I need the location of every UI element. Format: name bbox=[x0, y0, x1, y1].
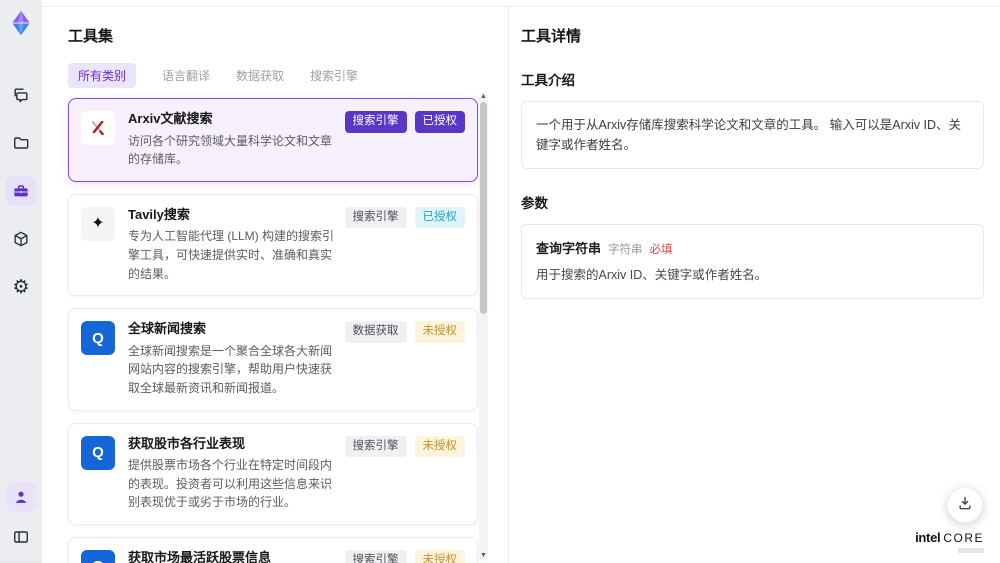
tool-badges: 搜索引擎 已授权 bbox=[344, 111, 465, 133]
cube-icon bbox=[11, 229, 31, 249]
tool-info: 获取股市各行业表现 提供股票市场各个行业在特定时间段内的表现。投资者可以利用这些… bbox=[128, 436, 345, 512]
tool-badges: 搜索引擎 未授权 bbox=[344, 549, 465, 563]
tool-name: Tavily搜索 bbox=[128, 206, 190, 222]
sidebar-nav: ⚙ bbox=[6, 80, 36, 302]
tool-badges: 搜索引擎 未授权 bbox=[344, 435, 465, 458]
sidebar-item-panel-toggle[interactable] bbox=[6, 522, 36, 552]
panel-layout-icon bbox=[11, 527, 31, 547]
tool-info: Arxiv文献搜索 访问各个研究领域大量科学论文和文章的存储库。 bbox=[128, 111, 345, 169]
param-name: 查询字符串 bbox=[536, 241, 602, 256]
param-desc: 用于搜索的Arxiv ID、关键字或作者姓名。 bbox=[536, 268, 768, 282]
tab-all-categories[interactable]: 所有类别 bbox=[68, 63, 137, 88]
news-app-icon: Q bbox=[81, 435, 115, 470]
intel-core-logo: intel CORE bbox=[915, 529, 984, 553]
news-app-icon: Q bbox=[81, 321, 115, 356]
tool-card-tavily[interactable]: ✦ Tavily搜索 专为人工智能代理 (LLM) 构建的搜索引擎工具，可快速提… bbox=[68, 193, 478, 297]
sidebar-item-account[interactable] bbox=[6, 482, 36, 512]
news-app-glyph: Q bbox=[92, 444, 104, 462]
tool-info: 获取市场最活跃股票信息 提供当天交易量最高的股票列表，投资者可以利用这些信息来识… bbox=[128, 550, 345, 563]
download-button[interactable] bbox=[947, 487, 983, 523]
list-scrollbar[interactable]: ▲ ▼ bbox=[479, 93, 488, 561]
tool-desc: 访问各个研究领域大量科学论文和文章的存储库。 bbox=[128, 133, 333, 167]
tool-list: Arxiv文献搜索 访问各个研究领域大量科学论文和文章的存储库。 搜索引擎 已授… bbox=[68, 98, 478, 563]
sidebar-bottom bbox=[6, 482, 36, 552]
auth-status-badge: 未授权 bbox=[414, 321, 465, 343]
arxiv-icon bbox=[81, 111, 115, 145]
tool-desc: 专为人工智能代理 (LLM) 构建的搜索引擎工具，可快速提供实时、准确和真实的结… bbox=[128, 229, 335, 281]
intro-box: 一个用于从Arxiv存储库搜索科学论文和文章的工具。 输入可以是Arxiv ID… bbox=[521, 101, 984, 169]
tab-language-translation[interactable]: 语言翻译 bbox=[162, 67, 210, 84]
scroll-down-arrow[interactable]: ▼ bbox=[479, 552, 488, 560]
intro-text: 一个用于从Arxiv存储库搜索科学论文和文章的工具。 输入可以是Arxiv ID… bbox=[536, 118, 962, 152]
param-box: 查询字符串 字符串 必填 用于搜索的Arxiv ID、关键字或作者姓名。 bbox=[521, 224, 984, 299]
sparkle-glyph: ✦ bbox=[91, 214, 105, 232]
tool-card-active-stocks[interactable]: Q 获取市场最活跃股票信息 提供当天交易量最高的股票列表，投资者可以利用这些信息… bbox=[68, 536, 478, 563]
user-icon bbox=[11, 487, 31, 507]
category-badge: 搜索引擎 bbox=[344, 111, 407, 133]
intro-heading: 工具介绍 bbox=[521, 73, 575, 88]
sparkle-icon: ✦ bbox=[81, 206, 115, 241]
core-wordmark: CORE bbox=[943, 530, 984, 545]
auth-status-badge: 未授权 bbox=[414, 435, 465, 458]
sidebar-item-tools[interactable] bbox=[6, 176, 36, 206]
news-app-glyph: Q bbox=[92, 329, 104, 347]
tool-card-arxiv[interactable]: Arxiv文献搜索 访问各个研究领域大量科学论文和文章的存储库。 搜索引擎 已授… bbox=[68, 98, 478, 182]
gear-icon: ⚙ bbox=[12, 276, 30, 298]
category-badge: 搜索引擎 bbox=[344, 549, 407, 563]
news-app-glyph: Q bbox=[92, 558, 104, 563]
tool-badges: 数据获取 未授权 bbox=[344, 321, 465, 343]
category-badge: 搜索引擎 bbox=[344, 435, 407, 458]
details-title: 工具详情 bbox=[521, 28, 582, 45]
sidebar-item-files[interactable] bbox=[6, 128, 36, 158]
category-badge: 搜索引擎 bbox=[344, 206, 407, 229]
intel-sub-badge bbox=[958, 548, 984, 553]
param-type: 字符串 bbox=[608, 244, 643, 256]
tool-card-sector-performance[interactable]: Q 获取股市各行业表现 提供股票市场各个行业在特定时间段内的表现。投资者可以利用… bbox=[68, 422, 478, 525]
auth-status-badge: 已授权 bbox=[414, 111, 465, 133]
sidebar-item-models[interactable] bbox=[6, 224, 36, 254]
tool-info: Tavily搜索 专为人工智能代理 (LLM) 构建的搜索引擎工具，可快速提供实… bbox=[128, 207, 345, 283]
tab-data-fetching[interactable]: 数据获取 bbox=[236, 67, 284, 84]
chat-icon bbox=[11, 85, 31, 105]
auth-status-badge: 未授权 bbox=[414, 549, 465, 563]
category-tabs: 所有类别 语言翻译 数据获取 搜索引擎 bbox=[68, 63, 508, 88]
tool-desc: 全球新闻搜索是一个聚合全球各大新闻网站内容的搜索引擎，帮助用户快速获取全球最新资… bbox=[128, 343, 333, 395]
tool-desc: 提供股票市场各个行业在特定时间段内的表现。投资者可以利用这些信息来识别表现优于或… bbox=[128, 458, 333, 510]
sidebar-rail: ⚙ bbox=[0, 0, 42, 563]
tool-name: 获取股市各行业表现 bbox=[128, 435, 246, 451]
tool-card-global-news[interactable]: Q 全球新闻搜索 全球新闻搜索是一个聚合全球各大新闻网站内容的搜索引擎，帮助用户… bbox=[68, 308, 478, 411]
tool-info: 全球新闻搜索 全球新闻搜索是一个聚合全球各大新闻网站内容的搜索引擎，帮助用户快速… bbox=[128, 321, 345, 397]
intel-wordmark: intel bbox=[915, 529, 941, 545]
sidebar-item-settings[interactable]: ⚙ bbox=[6, 272, 36, 302]
tool-name: 获取市场最活跃股票信息 bbox=[128, 549, 272, 563]
tab-search-engine[interactable]: 搜索引擎 bbox=[310, 67, 358, 84]
page-title: 工具集 bbox=[68, 28, 114, 45]
scrollbar-thumb[interactable] bbox=[480, 102, 487, 314]
scroll-up-arrow[interactable]: ▲ bbox=[479, 93, 488, 101]
category-badge: 数据获取 bbox=[344, 321, 407, 343]
tool-name: 全球新闻搜索 bbox=[128, 321, 207, 337]
sidebar-item-chat[interactable] bbox=[6, 80, 36, 110]
folder-icon bbox=[11, 133, 31, 153]
param-head: 查询字符串 字符串 必填 bbox=[536, 238, 969, 257]
toolbox-icon bbox=[11, 181, 31, 201]
auth-status-badge: 已授权 bbox=[414, 206, 465, 229]
tool-badges: 搜索引擎 已授权 bbox=[344, 206, 465, 229]
news-app-icon: Q bbox=[81, 549, 115, 563]
tool-list-panel: 工具集 所有类别 语言翻译 数据获取 搜索引擎 Arxiv文献搜索 访问各个研究… bbox=[42, 6, 508, 563]
tool-details-panel: 工具详情 工具介绍 一个用于从Arxiv存储库搜索科学论文和文章的工具。 输入可… bbox=[508, 6, 1000, 563]
app-window: ⚙ 工具集 所有类别 语言翻译 数据获取 搜索引擎 Arxiv文献搜索 访问各个… bbox=[0, 0, 1000, 563]
tool-name: Arxiv文献搜索 bbox=[128, 111, 213, 126]
params-heading: 参数 bbox=[521, 196, 548, 211]
app-logo-icon[interactable] bbox=[6, 8, 36, 38]
download-icon bbox=[956, 494, 974, 517]
param-required-flag: 必填 bbox=[649, 244, 673, 256]
